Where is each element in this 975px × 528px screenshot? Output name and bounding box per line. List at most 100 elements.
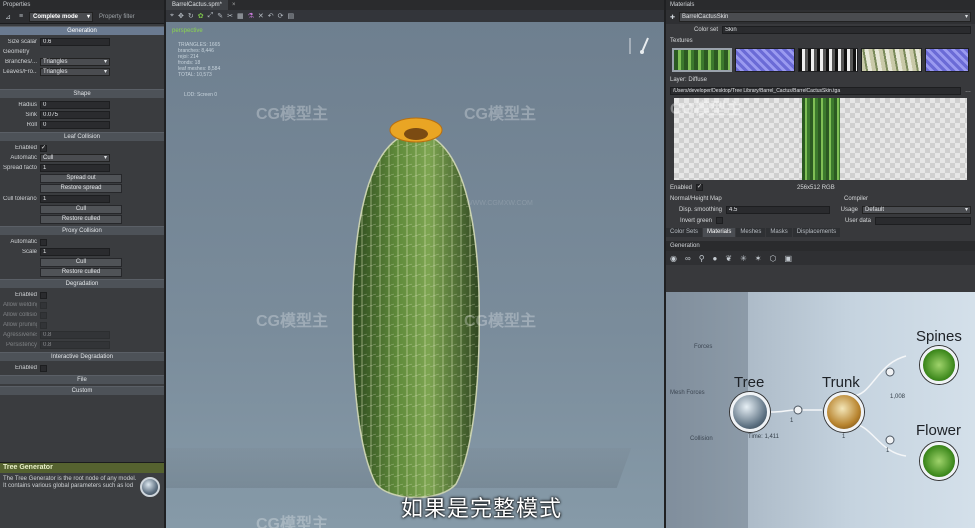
zone-icon[interactable]: ▣: [784, 254, 792, 263]
spine-icon[interactable]: ✳: [740, 254, 747, 263]
texture-swatch[interactable]: [735, 48, 796, 72]
size-scalar-field[interactable]: 0.6: [40, 38, 110, 46]
spread-factor-field[interactable]: 1: [40, 164, 110, 172]
size-scalar-label: Size scalar: [7, 39, 37, 45]
trunk-node-icon[interactable]: [824, 392, 864, 432]
disp-smoothing-field[interactable]: 4.5: [726, 205, 830, 214]
tab-color-sets[interactable]: Color Sets: [666, 228, 703, 237]
invert-green-checkbox[interactable]: [716, 217, 723, 224]
cut-icon[interactable]: ✂: [227, 12, 233, 20]
flask-icon[interactable]: ⚗: [248, 12, 254, 20]
sort-icon[interactable]: ≡: [16, 12, 26, 22]
tab-meshes[interactable]: Meshes: [736, 228, 766, 237]
color-set-field[interactable]: Skin: [722, 25, 971, 34]
section-custom[interactable]: Custom: [0, 386, 164, 395]
pin-icon[interactable]: ⊿: [3, 12, 13, 22]
lc-automatic-select[interactable]: Cull: [40, 154, 110, 162]
tree-node-icon[interactable]: [730, 392, 770, 432]
spread-out-button[interactable]: Spread out: [40, 174, 122, 183]
section-degradation[interactable]: Degradation: [0, 279, 164, 288]
pc-automatic-checkbox[interactable]: [40, 238, 47, 246]
id-enabled-checkbox[interactable]: [40, 364, 47, 372]
branches-select[interactable]: Triangles: [40, 58, 110, 66]
count-tree-time: Time: 1,411: [748, 434, 780, 440]
property-filter-tab[interactable]: Property filter: [96, 12, 138, 22]
globe-icon[interactable]: ◉: [670, 254, 677, 263]
select-icon[interactable]: ⌖: [170, 12, 174, 20]
texture-swatch[interactable]: [924, 48, 969, 72]
generation-graph[interactable]: Forces Mesh Forces Collision Tree Trunk …: [666, 292, 975, 528]
restore-spread-button[interactable]: Restore spread: [40, 184, 122, 193]
section-generation[interactable]: Generation: [0, 26, 164, 35]
leaf-node-icon[interactable]: ❦: [725, 254, 732, 263]
disp-smoothing-label: Disp. smoothing: [678, 206, 722, 213]
leaves-select[interactable]: Triangles: [40, 68, 110, 76]
user-data-label: User data: [845, 217, 872, 224]
texture-swatch[interactable]: [861, 48, 922, 72]
undo-icon[interactable]: ↶: [268, 12, 274, 20]
browse-icon[interactable]: …: [965, 88, 971, 94]
dg-row: Allow welding: [0, 300, 164, 310]
grid-icon[interactable]: ▦: [237, 12, 244, 20]
section-shape[interactable]: Shape: [0, 89, 164, 98]
cross-icon[interactable]: ✕: [258, 12, 264, 20]
texture-swatch[interactable]: [672, 48, 733, 72]
paint-icon[interactable]: ✎: [217, 12, 223, 20]
pc-cull-button[interactable]: Cull: [40, 258, 122, 267]
tab-displacements[interactable]: Displacements: [792, 228, 841, 237]
3d-viewport[interactable]: perspective TRIANGLES: 1665 branches: 8,…: [166, 22, 664, 528]
roll-field[interactable]: 0: [40, 121, 110, 129]
normal-height-label: Normal/Height Map: [670, 195, 722, 202]
mode-dropdown[interactable]: Complete mode: [29, 11, 93, 22]
generation-title: Generation: [666, 241, 975, 251]
lc-enabled-checkbox[interactable]: ✓: [40, 144, 47, 152]
user-data-field[interactable]: [875, 216, 971, 225]
flower-node-icon[interactable]: [920, 442, 958, 480]
cull-tolerance-field[interactable]: 1: [40, 195, 110, 203]
leaf-icon[interactable]: ✿: [198, 12, 204, 20]
rotate-icon[interactable]: ↻: [188, 12, 194, 20]
frond-icon[interactable]: ✶: [755, 254, 762, 263]
tab-masks[interactable]: Masks: [766, 228, 792, 237]
add-icon[interactable]: ✚: [670, 14, 675, 21]
tab-barrel-cactus[interactable]: BarrelCactus.spm*: [166, 0, 229, 10]
dg-row-checkbox[interactable]: [40, 301, 47, 309]
close-icon[interactable]: ×: [228, 0, 240, 10]
dg-row-checkbox[interactable]: [40, 311, 47, 319]
section-proxy-collision[interactable]: Proxy Collision: [0, 226, 164, 235]
mesh-icon[interactable]: ⬡: [770, 254, 777, 263]
tab-materials[interactable]: Materials: [703, 228, 736, 237]
dg-row-checkbox[interactable]: [40, 321, 47, 329]
material-tabs: Color Sets Materials Meshes Masks Displa…: [666, 228, 975, 237]
cull-button[interactable]: Cull: [40, 205, 122, 214]
branch-icon[interactable]: ⚲: [699, 254, 705, 263]
scale-icon[interactable]: ⤢: [208, 12, 214, 20]
dg-enabled-checkbox[interactable]: [40, 291, 47, 299]
refresh-icon[interactable]: ⟳: [278, 12, 284, 20]
enabled-checkbox[interactable]: ✓: [696, 184, 704, 191]
pc-scale-field[interactable]: 1: [40, 248, 110, 256]
sphere-icon[interactable]: ●: [713, 254, 718, 263]
materials-panel: Materials ✚ BarrelCactusSkin Color set S…: [664, 0, 975, 528]
usage-select[interactable]: Default: [862, 205, 971, 214]
pc-restore-button[interactable]: Restore culled: [40, 268, 122, 277]
usage-label: Usage: [840, 206, 858, 213]
dg-row-field[interactable]: 0.8: [40, 331, 110, 339]
spines-node-icon[interactable]: [920, 346, 958, 384]
move-icon[interactable]: ✥: [178, 12, 184, 20]
light-gizmo-icon[interactable]: [624, 34, 654, 64]
section-interactive-degradation[interactable]: Interactive Degradation: [0, 352, 164, 361]
section-leaf-collision[interactable]: Leaf Collision: [0, 132, 164, 141]
sink-field[interactable]: 0.075: [40, 111, 110, 119]
texture-swatch[interactable]: [798, 48, 859, 72]
restore-culled-button[interactable]: Restore culled: [40, 215, 122, 224]
layers-icon[interactable]: ▤: [287, 12, 294, 20]
section-file[interactable]: File: [0, 375, 164, 384]
radius-field[interactable]: 0: [40, 101, 110, 109]
checker-right: [839, 98, 967, 180]
dg-row-label: Persistency: [5, 342, 37, 348]
texture-path-field[interactable]: /Users/developer/Desktop/Tree Library/Ba…: [670, 86, 961, 95]
material-dropdown[interactable]: BarrelCactusSkin: [679, 12, 971, 22]
link-icon[interactable]: ∞: [685, 254, 691, 263]
dg-row-field[interactable]: 0.8: [40, 341, 110, 349]
